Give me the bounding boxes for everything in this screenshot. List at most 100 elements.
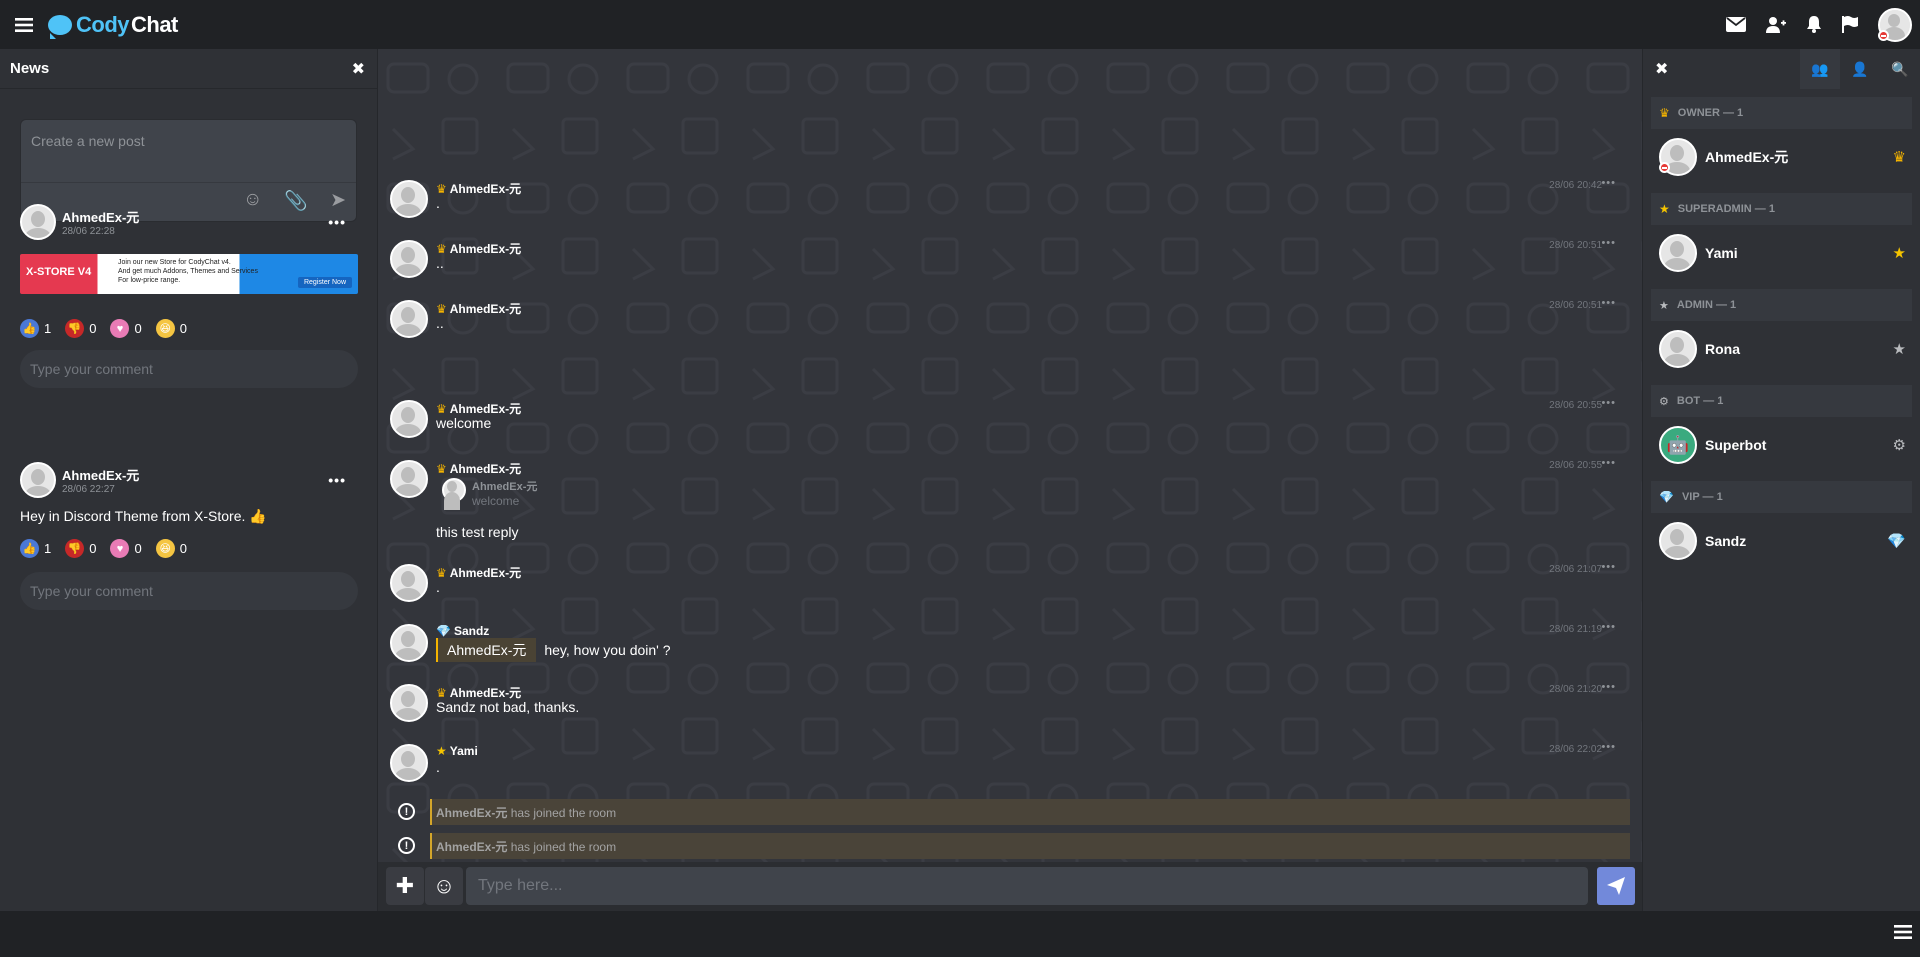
message-options-icon[interactable]: ••• — [1601, 297, 1616, 309]
post-author[interactable]: AhmedEx-元 — [62, 465, 139, 484]
crown-icon: ♛ — [1892, 149, 1906, 166]
status-busy-icon — [1659, 162, 1670, 173]
add-friend-icon[interactable] — [1766, 16, 1786, 33]
message-username[interactable]: AhmedEx-元 — [450, 240, 521, 257]
thumbs-up-icon: 👍 — [20, 319, 39, 338]
user-avatar[interactable] — [1878, 7, 1912, 42]
message-options-icon[interactable]: ••• — [1601, 741, 1616, 753]
avatar[interactable] — [390, 400, 428, 438]
dislike-reaction[interactable]: 👎 0 — [65, 539, 96, 558]
crown-icon: ♛ — [436, 241, 447, 256]
group-label: BOT — 1 — [1676, 395, 1724, 407]
love-reaction[interactable]: ♥ 0 — [110, 319, 142, 338]
heart-icon: ♥ — [110, 319, 130, 338]
dislike-count: 0 — [89, 321, 97, 336]
message-options-icon[interactable]: ••• — [1601, 621, 1616, 633]
notice-text: has joined the room — [510, 806, 617, 820]
chat-message-input[interactable]: Type here... — [466, 867, 1588, 905]
avatar[interactable] — [390, 744, 428, 782]
avatar[interactable] — [390, 240, 428, 278]
star-icon: ★ — [1659, 202, 1670, 216]
background-pattern — [378, 49, 1642, 911]
notice-username[interactable]: AhmedEx-元 — [436, 806, 507, 820]
plus-icon[interactable]: ✚ — [386, 867, 424, 905]
send-button[interactable] — [1597, 867, 1635, 905]
avatar[interactable] — [20, 462, 56, 498]
funny-reaction[interactable]: 😆 0 — [155, 539, 187, 558]
menu-icon[interactable] — [0, 0, 48, 49]
users-tab-icon[interactable]: 👥 — [1800, 49, 1840, 89]
message-options-icon[interactable]: ••• — [1601, 681, 1616, 693]
user-item[interactable]: AhmedEx-元 ♛ — [1643, 129, 1920, 185]
message-username[interactable]: AhmedEx-元 — [450, 460, 521, 477]
heart-icon: ♥ — [110, 539, 130, 558]
quoted-reply[interactable]: AhmedEx-元 welcome — [442, 478, 537, 510]
avatar[interactable] — [390, 460, 428, 498]
user-item[interactable]: 🤖 Superbot ⚙ — [1643, 417, 1920, 473]
dislike-reaction[interactable]: 👎 0 — [65, 319, 96, 338]
menu-icon[interactable] — [1894, 924, 1912, 945]
user-item[interactable]: Yami ★ — [1643, 225, 1920, 281]
message-text: .. — [436, 315, 444, 331]
love-reaction[interactable]: ♥ 0 — [110, 539, 142, 558]
search-icon[interactable]: 🔍 — [1880, 49, 1920, 89]
avatar[interactable] — [390, 564, 428, 602]
close-icon[interactable]: ✖ — [1655, 59, 1668, 79]
post-options-icon[interactable]: ••• — [328, 214, 346, 230]
user-item[interactable]: Rona ★ — [1643, 321, 1920, 377]
message-options-icon[interactable]: ••• — [1601, 561, 1616, 573]
message-options-icon[interactable]: ••• — [1601, 457, 1616, 469]
laugh-icon: 😆 — [155, 539, 175, 558]
star-icon: ★ — [1892, 341, 1906, 358]
mention-tag[interactable]: AhmedEx-元 — [436, 638, 537, 662]
message-username[interactable]: AhmedEx-元 — [450, 300, 521, 317]
thumbs-up-icon: 👍 — [20, 539, 39, 558]
message-username[interactable]: AhmedEx-元 — [450, 180, 521, 197]
friends-tab-icon[interactable]: 👤 — [1840, 49, 1880, 89]
emoji-icon[interactable]: ☺ — [425, 867, 463, 905]
close-icon[interactable]: ✖ — [352, 59, 365, 79]
notice-username[interactable]: AhmedEx-元 — [436, 840, 507, 854]
comment-input[interactable]: Type your comment — [20, 350, 358, 388]
user-group-vip: 💎 VIP — 1 — [1651, 481, 1912, 513]
banner-button: Register Now — [297, 277, 352, 288]
funny-reaction[interactable]: 😆 0 — [155, 319, 187, 338]
post-options-icon[interactable]: ••• — [328, 472, 346, 488]
envelope-icon[interactable] — [1726, 17, 1746, 32]
post-banner-image[interactable]: X-STORE V4 Join our new Store for CodyCh… — [20, 254, 358, 294]
message-text: this test reply — [436, 524, 519, 540]
message-time: 28/06 21:07 — [1549, 564, 1602, 575]
group-label: OWNER — 1 — [1677, 107, 1744, 119]
message-options-icon[interactable]: ••• — [1601, 237, 1616, 249]
avatar[interactable] — [20, 204, 56, 240]
user-item[interactable]: Sandz 💎 — [1643, 513, 1920, 569]
post-author[interactable]: AhmedEx-元 — [62, 207, 139, 226]
message-options-icon[interactable]: ••• — [1601, 177, 1616, 189]
funny-count: 0 — [179, 541, 187, 556]
logo-text-part1: Cody — [76, 11, 130, 37]
message-username[interactable]: AhmedEx-元 — [450, 564, 521, 581]
like-reaction[interactable]: 👍 1 — [20, 539, 51, 558]
gem-icon: 💎 — [1659, 490, 1674, 504]
message-options-icon[interactable]: ••• — [1601, 397, 1616, 409]
bell-icon[interactable] — [1806, 16, 1822, 33]
avatar[interactable] — [390, 180, 428, 218]
avatar[interactable] — [390, 624, 428, 662]
flag-icon[interactable] — [1842, 16, 1858, 33]
message-time: 28/06 20:42 — [1549, 180, 1602, 191]
crown-icon: ♛ — [436, 565, 447, 580]
group-label: SUPERADMIN — 1 — [1677, 203, 1775, 215]
crown-icon: ♛ — [436, 301, 447, 316]
message-username[interactable]: Sandz — [454, 624, 489, 638]
comment-input[interactable]: Type your comment — [20, 572, 358, 610]
like-reaction[interactable]: 👍 1 — [20, 319, 51, 338]
composer-placeholder: Create a new post — [31, 133, 145, 149]
users-panel: ✖ 👥 👤 🔍 ♛ OWNER — 1 AhmedEx-元 ♛ ★ SUPERADM… — [1642, 49, 1920, 911]
avatar[interactable] — [390, 684, 428, 722]
love-count: 0 — [134, 321, 142, 336]
logo[interactable]: Cody Chat — [48, 11, 178, 39]
group-label: ADMIN — 1 — [1676, 299, 1737, 311]
dislike-count: 0 — [89, 541, 97, 556]
message-username[interactable]: Yami — [450, 744, 478, 758]
avatar[interactable] — [390, 300, 428, 338]
